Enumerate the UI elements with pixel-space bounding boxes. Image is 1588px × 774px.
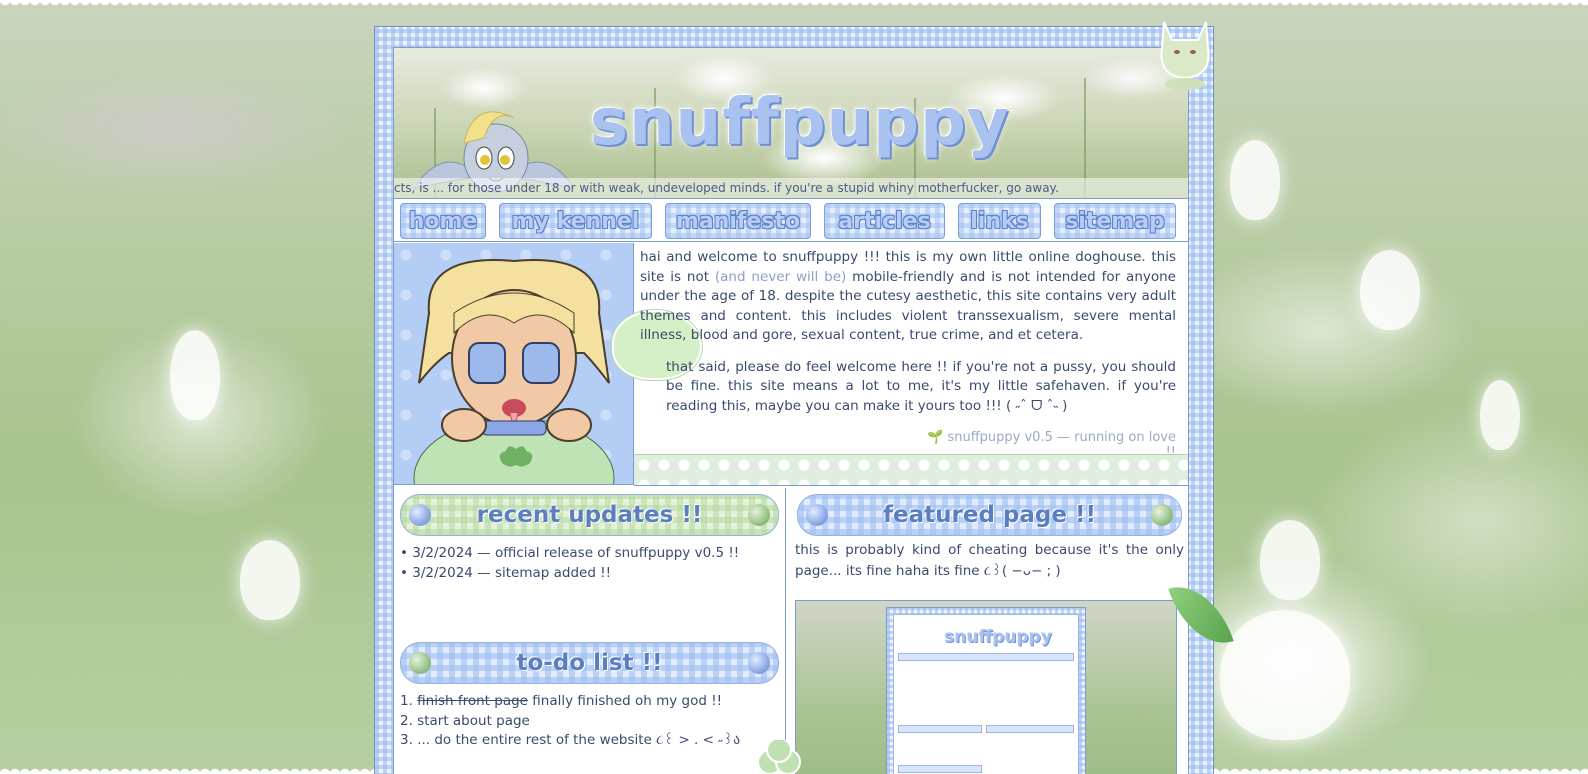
warning-marquee: cts, is ... for those under 18 or with w… <box>394 178 1188 198</box>
thumbnail-section <box>898 765 982 773</box>
main-frame: snuffpuppy cts, is ... for those under 1… <box>374 26 1214 774</box>
background-flower <box>1260 520 1320 600</box>
welcome-paragraph-2: that said, please do feel welcome here !… <box>666 358 1176 414</box>
thumbnail-frame: snuffpuppy <box>886 607 1086 774</box>
orb-icon <box>806 504 828 526</box>
updates-list: • 3/2/2024 — official release of snuffpu… <box>394 536 785 636</box>
clover-icon <box>757 740 801 774</box>
orb-icon <box>409 504 431 526</box>
thumbnail-logo: snuffpuppy <box>944 627 1052 647</box>
recent-updates-title: recent updates !! <box>476 502 703 528</box>
nav-sitemap[interactable]: sitemap <box>1054 203 1176 239</box>
cat-plush-icon <box>1160 21 1210 90</box>
nav-articles[interactable]: articles <box>824 203 945 239</box>
orb-icon <box>409 652 431 674</box>
thumbnail-inner: snuffpuppy <box>893 614 1079 774</box>
left-column: recent updates !! • 3/2/2024 — official … <box>394 488 786 774</box>
orb-icon <box>748 504 770 526</box>
recent-updates-header: recent updates !! <box>400 494 779 536</box>
header-banner: snuffpuppy cts, is ... for those under 1… <box>394 48 1188 198</box>
thumbnail-nav <box>898 653 1074 661</box>
list-item: 2. start about page <box>400 712 530 729</box>
background-flower <box>1220 610 1350 740</box>
sprout-icon: 🌱 <box>927 430 944 445</box>
todo-text: finally finished oh my god !! <box>528 693 723 709</box>
background-flower <box>240 540 300 620</box>
todo-struck-text: finish front page <box>417 693 528 709</box>
right-column: featured page !! this is probably kind o… <box>791 488 1188 774</box>
marquee-text: cts, is ... for those under 18 or with w… <box>394 181 1059 195</box>
nav-my-kennel[interactable]: my kennel <box>499 203 652 239</box>
todo-header: to-do list !! <box>400 642 779 684</box>
nav-links[interactable]: links <box>958 203 1041 239</box>
list-item: 3. ... do the entire rest of the website… <box>400 732 741 748</box>
lace-divider <box>634 454 1188 486</box>
welcome-paragraph-1: hai and welcome to snuffpuppy !!! this i… <box>640 248 1176 346</box>
list-item: • 3/2/2024 — sitemap added !! <box>400 564 612 581</box>
thumbnail-section <box>898 725 982 733</box>
featured-page-title: featured page !! <box>883 502 1096 528</box>
welcome-muted-text: (and never will be) <box>714 268 847 285</box>
site-logo[interactable]: snuffpuppy <box>590 86 1010 160</box>
main-nav: home my kennel manifesto articles links … <box>394 198 1188 242</box>
background-flower <box>1360 250 1420 330</box>
puppy-character-art <box>394 243 634 485</box>
orb-icon <box>748 652 770 674</box>
background-flower <box>1480 380 1520 450</box>
todo-title: to-do list !! <box>516 650 663 676</box>
puppy-character-icon <box>413 259 615 484</box>
todo-list: 1. finish front page finally finished oh… <box>394 684 785 759</box>
background-flower <box>170 330 220 420</box>
list-item: 1. finish front page finally finished oh… <box>400 692 779 712</box>
todo-number: 1. <box>400 693 418 709</box>
orb-icon <box>1151 504 1173 526</box>
list-item: • 3/2/2024 — official release of snuffpu… <box>400 545 740 561</box>
thumbnail-section <box>986 725 1074 733</box>
scalloped-top-edge <box>0 0 1588 12</box>
welcome-message: hai and welcome to snuffpuppy !!! this i… <box>640 248 1176 428</box>
featured-page-thumbnail[interactable]: snuffpuppy <box>795 600 1177 774</box>
nav-home[interactable]: home <box>400 203 486 239</box>
featured-page-header: featured page !! <box>797 494 1182 536</box>
featured-description: this is probably kind of cheating becaus… <box>795 542 1184 579</box>
nav-manifesto[interactable]: manifesto <box>665 203 811 239</box>
content-panel: snuffpuppy cts, is ... for those under 1… <box>393 47 1189 774</box>
background-flower <box>1230 140 1280 220</box>
